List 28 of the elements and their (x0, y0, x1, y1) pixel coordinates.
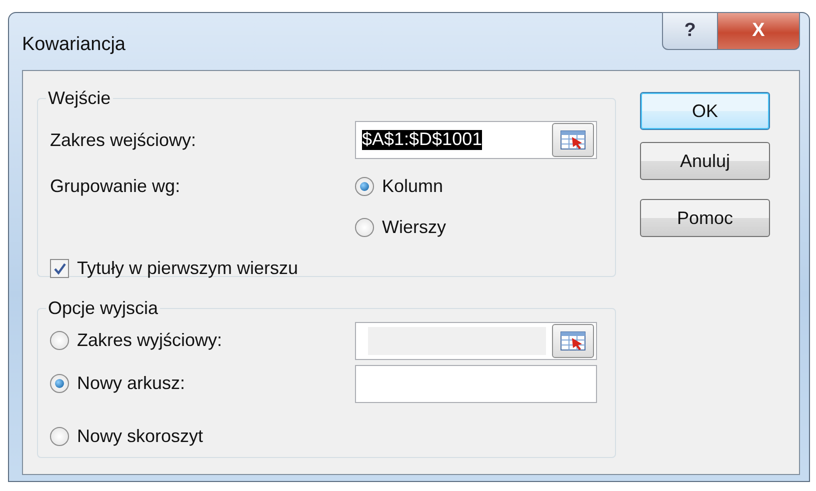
field-label: Zakres wejściowy: (50, 128, 198, 152)
group-title: Opcje wyjscia (47, 299, 160, 317)
radio-button[interactable] (50, 427, 69, 446)
radio-label[interactable]: Nowy arkusz: (77, 370, 186, 397)
window-title: Kowariancja (22, 33, 126, 57)
field-label: Grupowanie wg: (50, 175, 182, 198)
range-picker-button[interactable] (552, 123, 594, 157)
range-picker-icon (560, 330, 586, 350)
help-button[interactable]: ? (662, 12, 718, 50)
radio-label[interactable]: Wierszy (382, 214, 446, 241)
group-title: Wejście (47, 89, 112, 107)
checkbox[interactable] (50, 259, 69, 278)
radio-label[interactable]: Nowy skoroszyt (77, 423, 204, 450)
checkbox-label[interactable]: Tytuły w pierwszym wierszu (77, 255, 298, 282)
radio-button[interactable] (50, 374, 69, 393)
radio-button[interactable] (355, 218, 374, 237)
close-button[interactable]: X (718, 12, 800, 50)
radio-label[interactable]: Kolumn (382, 173, 444, 200)
radio-label[interactable]: Zakres wyjściowy: (77, 327, 222, 354)
dialog-button[interactable]: Pomoc (640, 199, 770, 237)
dialog-button[interactable]: Anuluj (640, 142, 770, 180)
radio-button[interactable] (355, 177, 374, 196)
range-input-field[interactable]: $A$1:$D$1001 (355, 121, 597, 159)
range-picker-icon (560, 130, 586, 150)
field-value: $A$1:$D$1001 (362, 130, 482, 150)
dialog-button[interactable]: OK (640, 92, 770, 130)
output-field[interactable] (355, 364, 597, 402)
radio-button[interactable] (50, 331, 69, 350)
